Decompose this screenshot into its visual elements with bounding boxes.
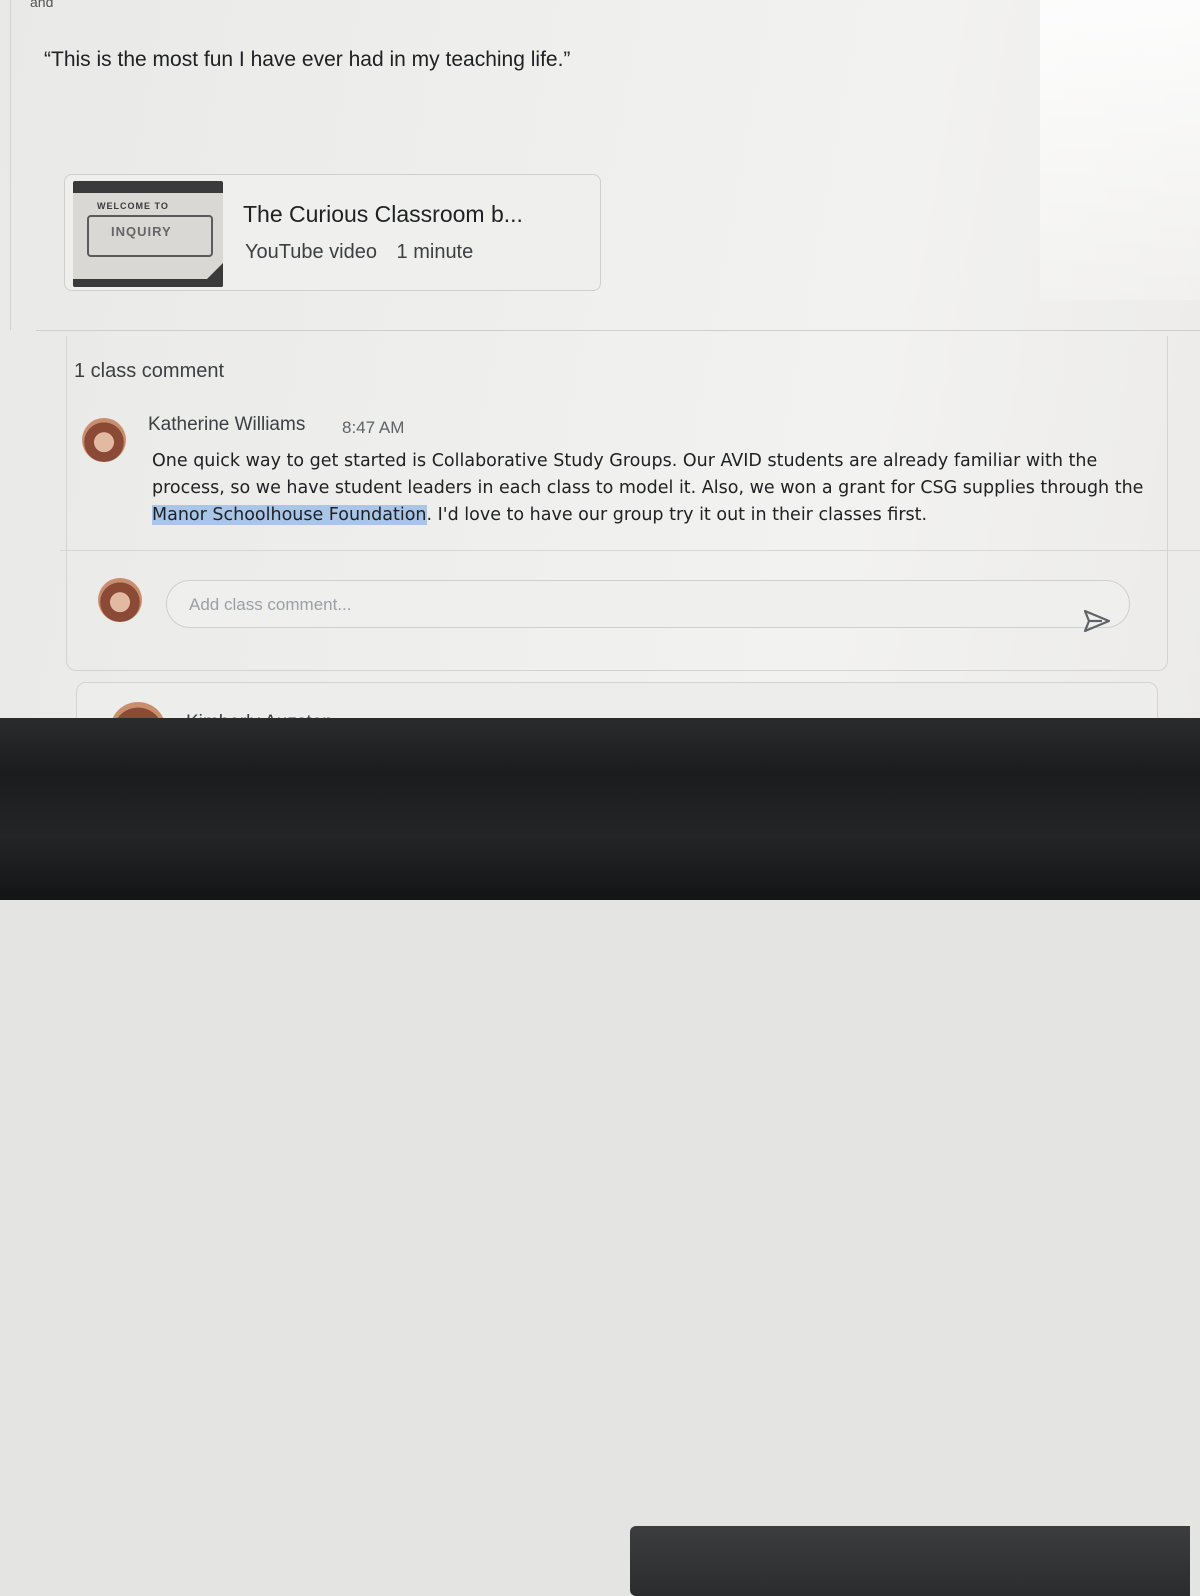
thumbnail-top-bar xyxy=(73,181,223,193)
thumbnail-inquiry-text: INQUIRY xyxy=(111,224,172,239)
youtube-attachment-card[interactable]: WELCOME TO INQUIRY The Curious Classroom… xyxy=(64,174,601,291)
selected-text: Manor Schoolhouse Foundation xyxy=(152,505,427,525)
video-type-label: YouTube video xyxy=(245,241,377,263)
screen-glare xyxy=(1040,0,1200,300)
avatar xyxy=(82,418,126,462)
thumbnail-corner xyxy=(199,263,223,287)
previous-text-fragment: and xyxy=(30,0,54,10)
comment-divider xyxy=(60,550,1200,551)
thumbnail-welcome-text: WELCOME TO xyxy=(97,201,169,211)
comment-author: Katherine Williams xyxy=(148,414,306,435)
divider xyxy=(10,0,11,330)
laptop-bezel xyxy=(0,718,1200,1596)
video-title[interactable]: The Curious Classroom b... xyxy=(243,201,523,228)
video-thumbnail[interactable]: WELCOME TO INQUIRY xyxy=(73,181,223,287)
avatar xyxy=(98,578,142,622)
video-meta: YouTube video 1 minute xyxy=(245,241,487,264)
bezel-reflection xyxy=(630,1526,1190,1596)
post-quote: “This is the most fun I have ever had in… xyxy=(44,48,571,71)
send-icon[interactable] xyxy=(1082,608,1112,634)
video-duration: 1 minute xyxy=(396,241,474,263)
add-comment-input[interactable] xyxy=(187,591,1051,619)
screen: and “This is the most fun I have ever ha… xyxy=(0,0,1200,745)
comment-text-start: One quick way to get started is Collabor… xyxy=(152,451,1144,498)
add-comment-field[interactable] xyxy=(166,580,1130,628)
section-divider xyxy=(36,330,1200,331)
comment-text-end: . I'd love to have our group try it out … xyxy=(426,505,928,525)
comment-text: One quick way to get started is Collabor… xyxy=(152,448,1162,529)
comment-timestamp: 8:47 AM xyxy=(342,418,405,437)
class-comment-count[interactable]: 1 class comment xyxy=(74,360,224,383)
